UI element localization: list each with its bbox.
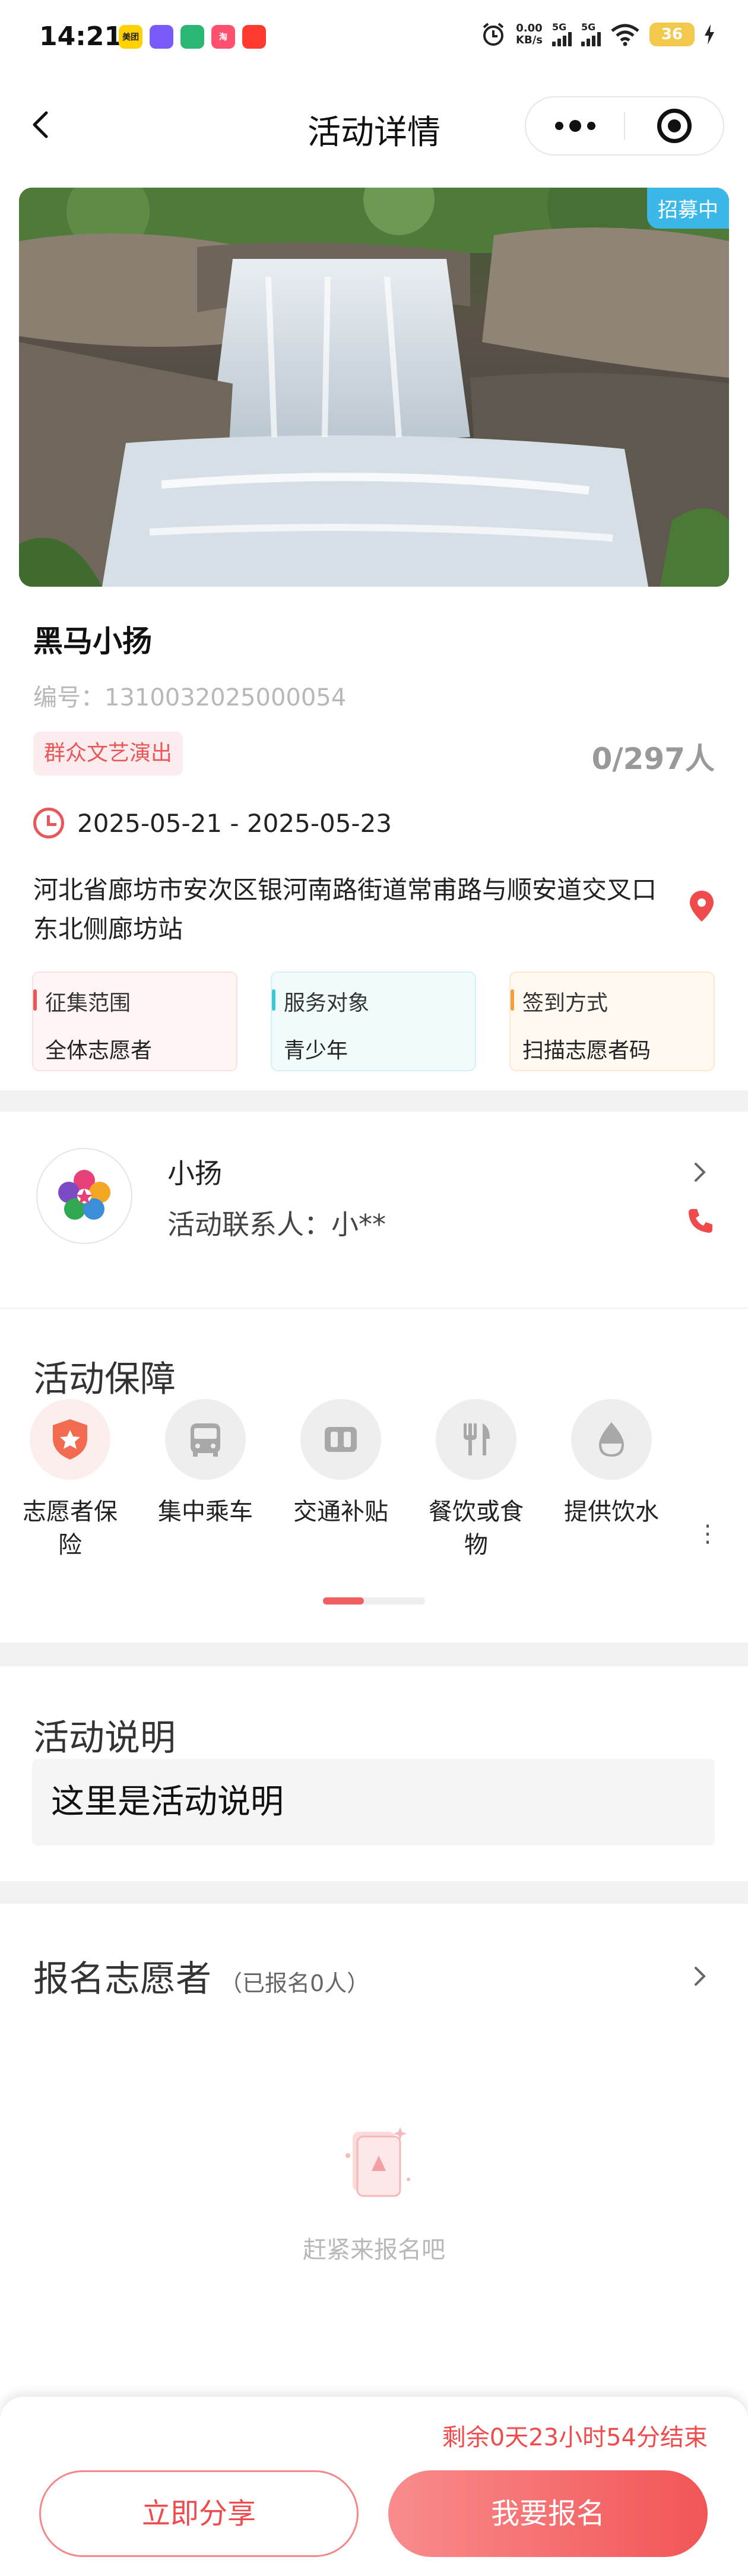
- info-key: 征集范围: [45, 991, 131, 1015]
- bottom-action-bar: 剩余0天23小时54分结束 立即分享 我要报名: [0, 2397, 748, 2576]
- nav-bar: 活动详情: [0, 83, 748, 166]
- activity-address: 河北省廊坊市安次区银河南路街道常甫路与顺安道交叉口东北侧廊坊站: [33, 875, 657, 944]
- chevron-right-icon[interactable]: [689, 1154, 712, 1190]
- activity-guarantee-card: 活动保障 志愿者保险 集中乘车 交通补贴 餐饮或食物 提供饮水 ⋮: [0, 1309, 748, 1643]
- location-pin-icon[interactable]: [689, 890, 715, 923]
- phone-icon[interactable]: [686, 1207, 715, 1235]
- net-speed: 0.00 KB/s: [516, 22, 543, 46]
- empty-document-icon: [346, 2127, 410, 2197]
- activity-cover-image: 招募中: [19, 188, 729, 587]
- info-value: 扫描志愿者码: [522, 1039, 651, 1063]
- share-button[interactable]: 立即分享: [39, 2470, 359, 2557]
- info-value: 青少年: [284, 1039, 348, 1063]
- activity-date-row: 2025-05-21 - 2025-05-23: [33, 808, 392, 838]
- waterfall-image: [19, 188, 729, 587]
- status-time: 14:21: [39, 21, 123, 52]
- water-drop-icon: [571, 1399, 652, 1480]
- status-bar: 14:21 美团 淘 0.00 KB/s 5G 5G 36: [0, 0, 748, 83]
- activity-summary-card: 招募中 黑马小扬 编号：1310032025000054 群众文艺演出 0/29…: [0, 166, 748, 1090]
- guarantee-item: 提供饮水: [564, 1399, 659, 1562]
- subsidy-icon: [300, 1399, 381, 1480]
- guarantee-label: 志愿者保险: [23, 1498, 118, 1559]
- guarantee-title: 活动保障: [33, 1359, 176, 1400]
- info-checkin-method: 签到方式 扫描志愿者码: [509, 971, 715, 1071]
- game-app-icon: [150, 25, 173, 49]
- info-accent-bar: [33, 989, 37, 1011]
- horizontal-scroll-indicator: [323, 1597, 425, 1605]
- alarm-icon: [483, 23, 504, 46]
- organizer-logo: [36, 1147, 133, 1245]
- signal-5g-2: 5G: [581, 23, 601, 46]
- taobao-app-icon: 淘: [211, 25, 235, 49]
- guarantee-list[interactable]: 志愿者保险 集中乘车 交通补贴 餐饮或食物 提供饮水: [23, 1399, 659, 1562]
- info-key: 签到方式: [522, 991, 608, 1015]
- organizer-card[interactable]: 小扬 活动联系人：小**: [0, 1112, 748, 1308]
- status-indicators: 0.00 KB/s 5G 5G 36: [480, 21, 715, 48]
- info-service-target: 服务对象 青少年: [271, 971, 476, 1071]
- guarantee-label: 交通补贴: [293, 1498, 388, 1526]
- enrollment-count: 0/297人: [591, 742, 715, 776]
- activity-category-tag: 群众文艺演出: [33, 732, 183, 776]
- info-recruit-scope: 征集范围 全体志愿者: [32, 971, 237, 1071]
- clock-icon: [33, 808, 64, 838]
- meituan-app-icon: 美团: [119, 25, 142, 49]
- guarantee-item: 餐饮或食物: [429, 1399, 524, 1562]
- recruiting-status-badge: 招募中: [647, 188, 729, 229]
- shopping-app-icon: [242, 25, 266, 49]
- battery-indicator: 36: [649, 23, 695, 46]
- wifi-icon: [611, 24, 639, 46]
- scroll-indicator-thumb: [323, 1597, 364, 1605]
- charging-icon: [705, 24, 714, 45]
- volunteers-title-row[interactable]: 报名志愿者 （已报名0人）: [33, 1950, 369, 2002]
- description-title: 活动说明: [33, 1717, 176, 1759]
- empty-state-text: 赶紧来报名吧: [303, 2236, 445, 2264]
- volunteers-title: 报名志愿者: [33, 1958, 211, 2000]
- info-key: 服务对象: [284, 991, 370, 1015]
- close-miniprogram-button[interactable]: [625, 109, 723, 143]
- target-icon: [657, 109, 692, 143]
- shield-star-icon: [30, 1399, 110, 1480]
- guarantee-item: 志愿者保险: [23, 1399, 118, 1562]
- guarantee-label: 餐饮或食物: [429, 1498, 524, 1559]
- signal-5g-1: 5G: [552, 23, 572, 46]
- activity-description-card: 活动说明 这里是活动说明: [0, 1666, 748, 1881]
- bus-icon: [165, 1399, 246, 1480]
- pinwheel-app-icon: [180, 25, 204, 49]
- more-guarantee-icon[interactable]: ⋮: [696, 1520, 720, 1548]
- more-options-button[interactable]: [526, 120, 624, 132]
- guarantee-item: 集中乘车: [158, 1399, 253, 1562]
- guarantee-item: 交通补贴: [293, 1399, 388, 1562]
- register-button[interactable]: 我要报名: [388, 2470, 708, 2557]
- guarantee-label: 提供饮水: [564, 1498, 659, 1526]
- info-accent-bar: [511, 989, 514, 1011]
- status-app-icons: 美团 淘: [119, 25, 266, 49]
- fork-knife-icon: [436, 1399, 516, 1480]
- info-value: 全体志愿者: [45, 1039, 153, 1063]
- organizer-contact: 活动联系人：小**: [167, 1208, 386, 1240]
- countdown-text: 剩余0天23小时54分结束: [442, 2424, 708, 2451]
- activity-code: 编号：1310032025000054: [33, 684, 347, 711]
- description-text: 这里是活动说明: [32, 1759, 715, 1846]
- organizer-name: 小扬: [167, 1157, 222, 1189]
- info-accent-bar: [272, 989, 275, 1011]
- activity-date-range: 2025-05-21 - 2025-05-23: [77, 808, 392, 838]
- activity-title: 黑马小扬: [33, 624, 152, 659]
- guarantee-label: 集中乘车: [158, 1498, 253, 1526]
- activity-detail-page: 14:21 美团 淘 0.00 KB/s 5G 5G 36 活动详情 招募中 黑…: [0, 0, 748, 2576]
- chevron-right-icon[interactable]: [689, 1958, 712, 1994]
- volunteers-count: （已报名0人）: [220, 1970, 370, 1996]
- miniprogram-capsule: [525, 96, 724, 156]
